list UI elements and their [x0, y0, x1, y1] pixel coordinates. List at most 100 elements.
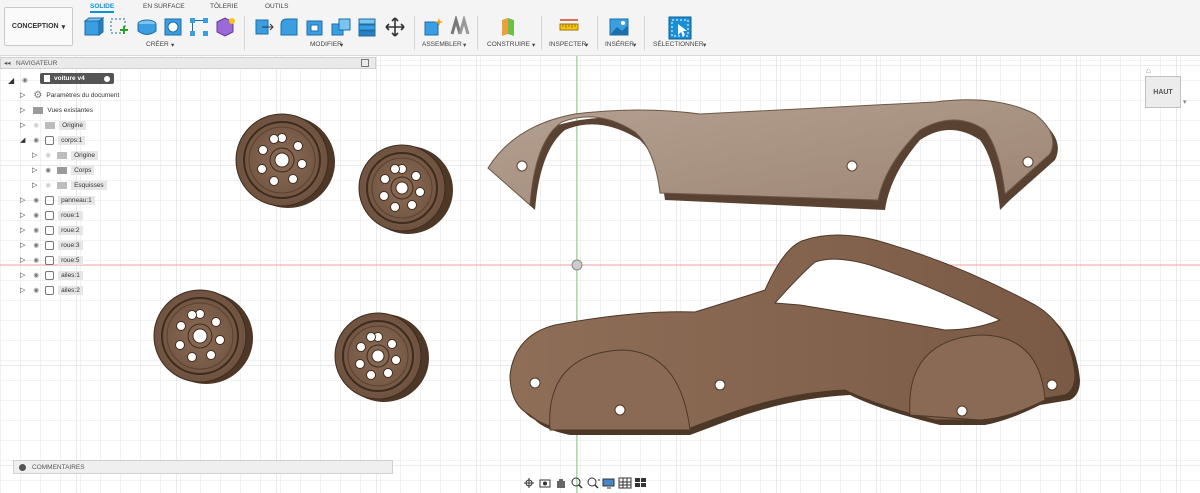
group-label-inserer[interactable]: INSÉRER	[605, 41, 634, 48]
eye-hidden-icon[interactable]: ◉	[45, 181, 51, 189]
form-icon[interactable]	[214, 16, 236, 38]
group-label-selectionner[interactable]: SÉLECTIONNER	[653, 41, 704, 48]
collapse-icon[interactable]: ◂◂	[4, 59, 11, 67]
expand-triangle-icon[interactable]: ▷	[20, 211, 25, 219]
eye-icon[interactable]: ◉	[33, 196, 39, 204]
move-icon[interactable]	[384, 16, 406, 38]
expand-triangle-icon[interactable]: ▷	[20, 106, 25, 114]
eye-hidden-icon[interactable]: ◉	[33, 121, 39, 129]
tree-item-roue-3[interactable]: ▷ ◉ roue:3	[20, 238, 83, 252]
chevron-down-icon[interactable]: ▾	[340, 41, 343, 49]
origin-point[interactable]	[571, 259, 583, 271]
expand-triangle-icon[interactable]: ▷	[20, 271, 25, 279]
chevron-down-icon[interactable]: ▾	[703, 41, 706, 49]
tree-item-roue-2[interactable]: ▷ ◉ roue:2	[20, 223, 83, 237]
display-settings-icon[interactable]	[602, 477, 616, 489]
expand-triangle-icon[interactable]: ▷	[20, 121, 25, 129]
replace-face-icon[interactable]	[356, 16, 378, 38]
tab-tolerie[interactable]: TÔLERIE	[210, 3, 238, 10]
group-label-creer[interactable]: CRÉER	[146, 41, 169, 48]
add-comment-icon[interactable]	[19, 463, 26, 471]
tab-en-surface[interactable]: EN SURFACE	[143, 3, 185, 10]
zoom-icon[interactable]	[570, 477, 584, 489]
chevron-down-icon[interactable]: ▾	[633, 41, 636, 49]
chevron-down-icon[interactable]: ▾	[532, 41, 535, 49]
new-component-icon[interactable]	[82, 16, 104, 38]
eye-icon[interactable]: ◉	[33, 286, 39, 294]
select-icon[interactable]	[668, 16, 692, 40]
tree-item-panneau-1[interactable]: ▷ ◉ panneau:1	[20, 193, 95, 207]
home-view-icon[interactable]: ⌂	[1146, 66, 1151, 75]
group-label-modifier[interactable]: MODIFIER	[310, 41, 342, 48]
fillet-icon[interactable]	[278, 16, 300, 38]
tree-item-roue-5[interactable]: ▷ ◉ roue:5	[20, 253, 83, 267]
pan-hand-icon[interactable]	[554, 477, 568, 489]
extrude-icon[interactable]	[136, 16, 158, 38]
viewports-icon[interactable]	[634, 477, 648, 489]
expand-triangle-icon[interactable]: ▷	[20, 241, 25, 249]
eye-icon[interactable]: ◉	[22, 76, 28, 84]
chevron-down-icon[interactable]: ▾	[463, 41, 466, 49]
expand-triangle-icon[interactable]: ▷	[32, 166, 37, 174]
grid-settings-icon[interactable]	[618, 477, 632, 489]
tree-item-roue-1[interactable]: ▷ ◉ roue:1	[20, 208, 83, 222]
comments-panel[interactable]: COMMENTAIRES	[13, 460, 393, 474]
tree-root-row[interactable]: ◢ ◉	[8, 73, 28, 87]
expand-triangle-icon[interactable]: ▷	[32, 181, 37, 189]
workspace-switcher-button[interactable]: CONCEPTION ▾	[4, 7, 73, 46]
tree-item-document-settings[interactable]: ▷ ⚙ Paramètres du document	[20, 88, 119, 102]
tree-item-corps-origin[interactable]: ▷ ◉ Origine	[32, 148, 99, 162]
expand-triangle-icon[interactable]: ▷	[20, 226, 25, 234]
expand-triangle-icon[interactable]: ◢	[20, 136, 25, 144]
tree-item-ailes-1[interactable]: ▷ ◉ ailes:1	[20, 268, 83, 282]
pin-icon[interactable]	[361, 59, 369, 67]
revolve-icon[interactable]	[162, 16, 184, 38]
tree-item-ailes-2[interactable]: ▷ ◉ ailes:2	[20, 283, 83, 297]
eye-icon[interactable]: ◉	[33, 256, 39, 264]
create-sketch-icon[interactable]	[108, 16, 130, 38]
group-label-inspecter[interactable]: INSPECTER	[549, 41, 586, 48]
group-label-construire[interactable]: CONSTRUIRE	[487, 41, 530, 48]
expand-triangle-icon[interactable]: ▷	[20, 256, 25, 264]
new-component-assemble-icon[interactable]	[422, 16, 444, 38]
chevron-down-icon[interactable]: ▾	[585, 41, 588, 49]
expand-triangle-icon[interactable]: ▷	[20, 196, 25, 204]
orbit-icon[interactable]	[522, 477, 536, 489]
eye-hidden-icon[interactable]: ◉	[45, 151, 51, 159]
tree-item-origin[interactable]: ▷ ◉ Origine	[20, 118, 87, 132]
insert-image-icon[interactable]	[608, 16, 630, 38]
press-pull-icon[interactable]	[252, 16, 274, 38]
expand-triangle-icon[interactable]: ▷	[20, 91, 25, 99]
look-at-icon[interactable]	[538, 477, 552, 489]
zoom-window-icon[interactable]	[586, 477, 600, 489]
shell-icon[interactable]	[304, 16, 326, 38]
combine-icon[interactable]	[330, 16, 352, 38]
pattern-icon[interactable]	[188, 16, 210, 38]
eye-icon[interactable]: ◉	[33, 226, 39, 234]
joint-icon[interactable]	[448, 16, 470, 38]
expand-triangle-icon[interactable]: ◢	[8, 76, 14, 85]
design-canvas[interactable]	[0, 0, 1200, 493]
offset-plane-icon[interactable]	[498, 16, 520, 38]
group-label-assembler[interactable]: ASSEMBLER	[422, 41, 462, 48]
tree-item-named-views[interactable]: ▷ Vues existantes	[20, 103, 93, 117]
eye-icon[interactable]: ◉	[45, 166, 51, 174]
eye-icon[interactable]: ◉	[33, 271, 39, 279]
activate-radio-icon[interactable]	[103, 75, 111, 83]
tree-item-label: ailes:1	[58, 270, 83, 280]
tree-item-sketches[interactable]: ▷ ◉ Esquisses	[32, 178, 107, 192]
tab-outils[interactable]: OUTILS	[265, 3, 288, 10]
chevron-down-icon[interactable]: ▾	[171, 41, 174, 49]
tab-solide[interactable]: SOLIDE	[90, 3, 115, 13]
measure-icon[interactable]	[558, 16, 580, 38]
tree-item-corps-1[interactable]: ◢ ◉ corps:1	[20, 133, 86, 147]
eye-icon[interactable]: ◉	[33, 211, 39, 219]
tree-item-bodies[interactable]: ▷ ◉ Corps	[32, 163, 95, 177]
document-icon	[44, 75, 50, 82]
expand-triangle-icon[interactable]: ▷	[32, 151, 37, 159]
expand-triangle-icon[interactable]: ▷	[20, 286, 25, 294]
eye-icon[interactable]: ◉	[33, 136, 39, 144]
viewcube-menu-icon[interactable]: ▾	[1183, 98, 1187, 106]
viewcube[interactable]: HAUT	[1145, 76, 1181, 108]
eye-icon[interactable]: ◉	[33, 241, 39, 249]
